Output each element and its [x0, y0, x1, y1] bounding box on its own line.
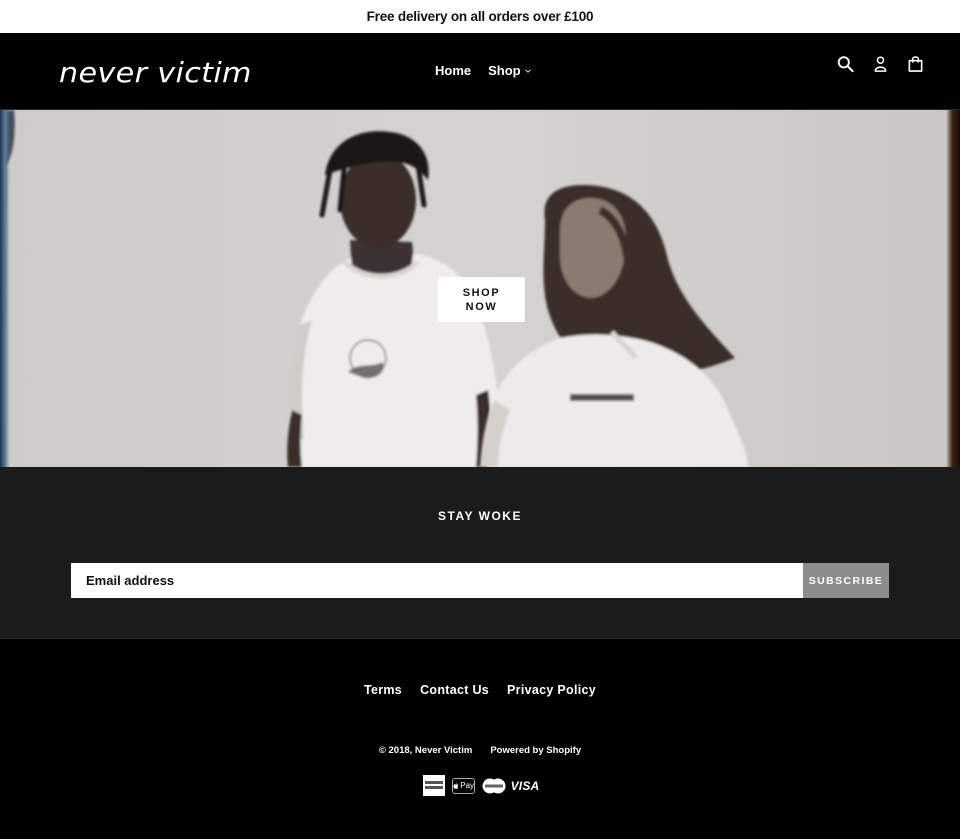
hero-banner[interactable]: SHOP NOW — [0, 110, 960, 467]
header-icons — [837, 55, 924, 73]
nav-item-shop[interactable]: Shop — [488, 63, 531, 78]
mastercard-icon — [482, 775, 506, 796]
newsletter-form: SUBSCRIBE — [71, 563, 889, 598]
visa-icon: VISA — [510, 778, 540, 793]
search-icon[interactable] — [837, 55, 854, 73]
account-icon[interactable] — [872, 55, 889, 73]
subscribe-button[interactable]: SUBSCRIBE — [803, 563, 889, 598]
footer-link-contact-us[interactable]: Contact Us — [420, 683, 489, 697]
nav-item-label: Home — [435, 63, 472, 78]
apple-pay-icon: Pay — [452, 777, 475, 794]
chevron-down-icon — [524, 69, 531, 73]
announcement-text: Free delivery on all orders over £100 — [366, 9, 594, 24]
footer-link-terms[interactable]: Terms — [364, 683, 402, 697]
main-nav: Home Shop — [435, 63, 531, 78]
footer-meta: © 2018, Never Victim Powered by Shopify — [0, 745, 960, 756]
cart-icon[interactable] — [907, 55, 924, 73]
nav-item-home[interactable]: Home — [435, 63, 471, 78]
email-input[interactable] — [71, 563, 803, 598]
apple-pay-label: Pay — [460, 781, 474, 790]
nav-item-label: Shop — [488, 63, 521, 78]
footer-links: Terms Contact Us Privacy Policy — [0, 683, 960, 697]
newsletter-heading: STAY WOKE — [438, 509, 522, 523]
hero-edge-right — [946, 110, 960, 467]
newsletter-section: STAY WOKE SUBSCRIBE — [0, 467, 960, 639]
powered-by-shopify-link[interactable]: Powered by Shopify — [490, 745, 581, 756]
hero-edge-left — [0, 110, 10, 467]
site-header: never victim Home Shop — [0, 33, 960, 110]
footer-link-privacy-policy[interactable]: Privacy Policy — [507, 683, 596, 697]
announcement-bar: Free delivery on all orders over £100 — [0, 0, 960, 33]
payment-icons: Pay VISA — [0, 775, 960, 796]
site-logo[interactable]: never victim — [59, 56, 252, 89]
amex-icon — [423, 775, 445, 796]
site-footer: Terms Contact Us Privacy Policy © 2018, … — [0, 639, 960, 839]
copyright-link[interactable]: © 2018, Never Victim — [379, 745, 472, 756]
shop-now-button[interactable]: SHOP NOW — [438, 277, 525, 322]
